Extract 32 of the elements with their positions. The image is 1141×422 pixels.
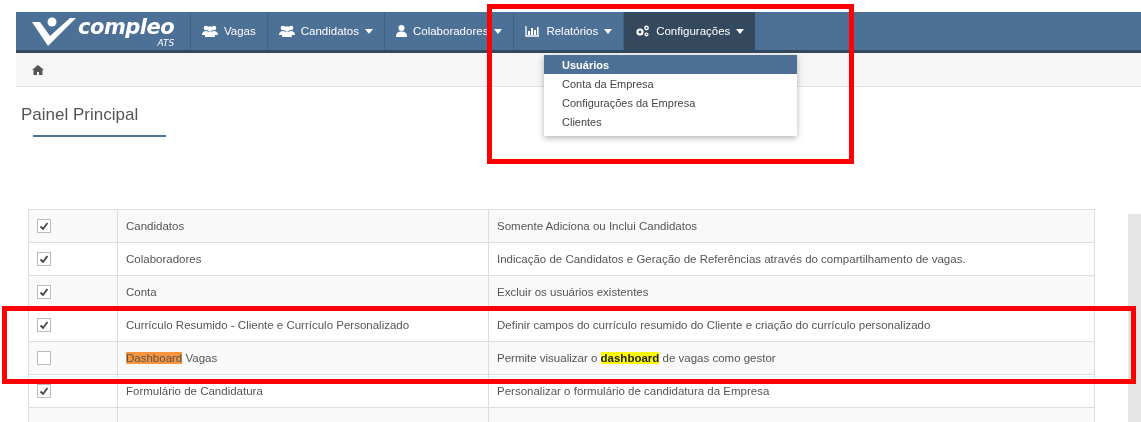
nav-item[interactable]: Candidatos <box>266 12 384 50</box>
menu-item[interactable]: Conta da Empresa <box>544 74 797 93</box>
logo-suffix: ATS <box>157 37 175 48</box>
permission-name: Candidatos <box>117 209 489 243</box>
user-icon <box>395 25 407 37</box>
page-title: Painel Principal <box>21 105 139 125</box>
logo-text: compleo <box>78 14 175 39</box>
home-icon[interactable] <box>32 64 44 75</box>
nav-item[interactable]: Vagas <box>190 12 267 50</box>
menu-item[interactable]: Clientes <box>544 112 797 131</box>
permission-description: Definir campos do currículo resumido do Cliente e criação do currículo personalizado <box>488 308 1095 342</box>
menu-item[interactable]: Usuários <box>544 55 797 74</box>
permission-name: Colaboradores <box>117 242 489 276</box>
checkbox[interactable] <box>37 219 51 233</box>
permission-name: Dashboard Vagas <box>117 341 489 375</box>
permission-name: Currículo Resumido - Cliente e Currículo Personalizado <box>117 308 489 342</box>
checkmark-person-logo-icon <box>32 16 76 46</box>
users-icon <box>278 25 295 37</box>
checkbox[interactable] <box>37 318 51 332</box>
permission-description: Somente Adiciona ou Inclui Candidatos <box>488 209 1095 243</box>
checkbox[interactable] <box>37 351 51 365</box>
checkbox[interactable] <box>37 285 51 299</box>
nav-item[interactable]: Configurações <box>623 12 756 50</box>
chart-icon <box>525 25 541 37</box>
users-icon <box>202 25 218 37</box>
checkbox[interactable] <box>37 252 51 266</box>
permission-description: Indicação de Candidatos e Geração de Referências através do compartilhamento de vagas. <box>488 242 1095 276</box>
checkbox[interactable] <box>37 384 51 398</box>
menu-item[interactable]: Configurações da Empresa <box>544 93 797 112</box>
gears-icon <box>635 25 651 37</box>
nav-item[interactable]: Colaboradores <box>383 12 514 50</box>
permission-description: Permite visualizar o dashboard de vagas como gestor <box>488 341 1095 375</box>
